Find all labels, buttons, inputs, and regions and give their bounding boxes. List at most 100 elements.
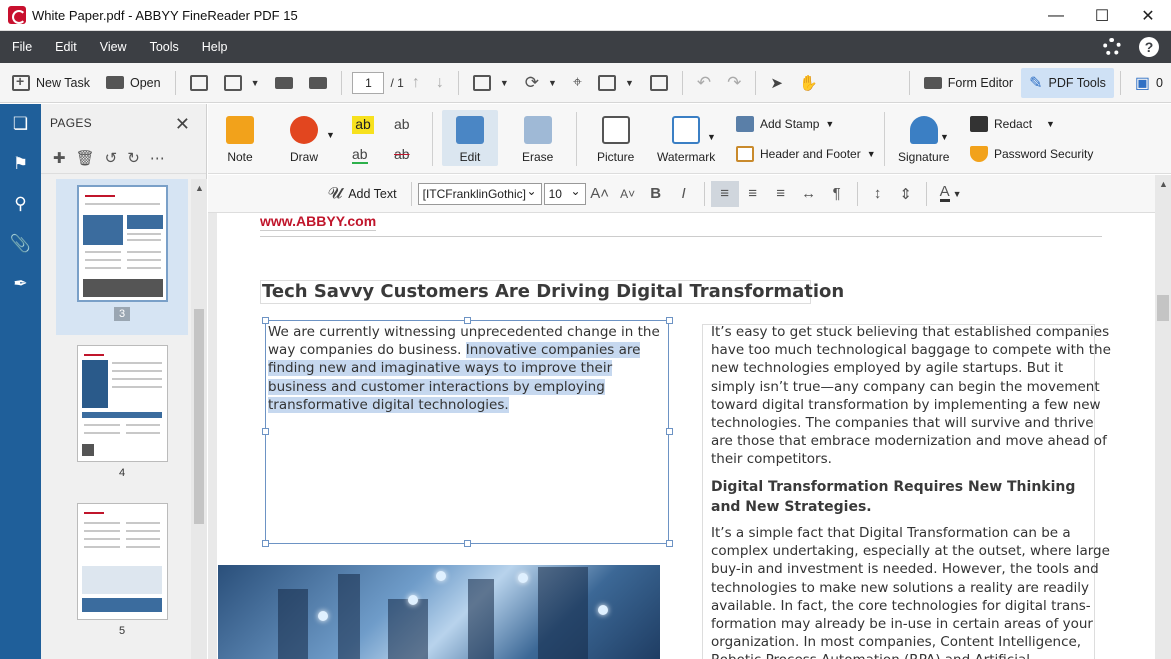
scroll-up-icon[interactable]: ▲ bbox=[1159, 179, 1168, 189]
picture-button[interactable]: Picture bbox=[597, 116, 634, 164]
app-logo-icon bbox=[8, 6, 26, 24]
add-page-button[interactable]: ▼ bbox=[465, 68, 517, 98]
bookmarks-nav-icon[interactable]: ⚑ bbox=[0, 144, 41, 184]
paragraph-direction-button[interactable]: ¶ bbox=[823, 181, 851, 207]
close-panel-icon[interactable]: ✕ bbox=[175, 114, 190, 135]
rotate-button[interactable]: ⟳ ▼ bbox=[517, 68, 565, 98]
next-page-button[interactable]: ↓ bbox=[428, 68, 452, 98]
section-subheading[interactable]: Digital Transformation Requires New Thin… bbox=[711, 477, 1091, 517]
bold-icon: B bbox=[650, 185, 662, 202]
italic-button[interactable]: I bbox=[670, 181, 698, 207]
redact-button[interactable]: Redact ▼ bbox=[970, 116, 1055, 132]
increase-font-button[interactable]: A˄ bbox=[586, 181, 614, 207]
image-settings-button[interactable]: ▼ bbox=[590, 68, 642, 98]
add-text-button[interactable]: 𝓤 Add Text bbox=[320, 179, 405, 209]
paragraph-spacing-button[interactable]: ⇕ bbox=[892, 181, 920, 207]
page-number-input[interactable]: 1 bbox=[352, 71, 385, 94]
font-size-select[interactable]: 10 bbox=[543, 181, 586, 205]
line-spacing-button[interactable]: ↕ bbox=[864, 181, 892, 207]
minimize-button[interactable]: — bbox=[1033, 0, 1079, 31]
menu-edit[interactable]: Edit bbox=[43, 40, 88, 54]
bold-button[interactable]: B bbox=[642, 181, 670, 207]
page-thumbnail[interactable]: 3 bbox=[56, 179, 188, 335]
resize-handle[interactable] bbox=[464, 540, 471, 547]
crop-button[interactable]: ⌖ bbox=[565, 68, 590, 98]
select-tool-button[interactable]: ➤ bbox=[762, 68, 791, 98]
strikethrough-text-button[interactable]: ab bbox=[394, 146, 410, 162]
scroll-thumb[interactable] bbox=[1157, 295, 1169, 321]
header-footer-button[interactable]: Header and Footer ▼ bbox=[736, 146, 876, 162]
draw-dropdown-icon[interactable]: ▼ bbox=[326, 130, 335, 140]
redo-button[interactable]: ↷ bbox=[719, 68, 749, 98]
print-button[interactable] bbox=[267, 68, 301, 98]
email-button[interactable] bbox=[301, 68, 335, 98]
align-center-button[interactable]: ≡ bbox=[739, 181, 767, 207]
open-button[interactable]: Open bbox=[98, 68, 169, 98]
document-scrollbar[interactable]: ▲ bbox=[1155, 175, 1171, 659]
right-paragraph-2[interactable]: It’s a simple fact that Digital Transfor… bbox=[711, 524, 1111, 659]
menu-view[interactable]: View bbox=[88, 40, 138, 54]
squiggly-text-button[interactable]: ab bbox=[352, 146, 368, 164]
resize-handle[interactable] bbox=[262, 540, 269, 547]
pages-nav-icon[interactable]: ❏ bbox=[0, 104, 41, 144]
signature-dropdown-icon[interactable]: ▼ bbox=[940, 132, 949, 142]
align-right-button[interactable]: ≡ bbox=[767, 181, 795, 207]
decrease-font-button[interactable]: A˅ bbox=[614, 181, 642, 207]
delete-page-icon[interactable]: 🗑 bbox=[76, 149, 95, 167]
edit-button[interactable]: Edit bbox=[456, 116, 484, 164]
previous-page-button[interactable]: ↑ bbox=[404, 68, 428, 98]
save-button[interactable] bbox=[182, 68, 216, 98]
city-network-image[interactable] bbox=[218, 565, 660, 659]
signatures-nav-icon[interactable]: ✒ bbox=[0, 264, 41, 304]
scroll-thumb[interactable] bbox=[194, 309, 204, 524]
font-family-select[interactable]: [ITCFranklinGothic] bbox=[417, 181, 542, 205]
erase-button[interactable]: Erase bbox=[522, 116, 553, 164]
undo-button[interactable]: ↶ bbox=[689, 68, 719, 98]
export-button[interactable] bbox=[642, 68, 676, 98]
settings-gear-icon[interactable] bbox=[1103, 38, 1121, 56]
building-shape bbox=[278, 589, 308, 659]
align-left-button[interactable]: ≡ bbox=[710, 180, 739, 207]
draw-button[interactable]: Draw bbox=[290, 116, 318, 164]
comments-button[interactable]: ▣ 0 bbox=[1127, 68, 1171, 98]
stamp-icon bbox=[736, 116, 754, 132]
abbyy-link[interactable]: www.ABBYY.com bbox=[260, 213, 377, 231]
highlight-text-button[interactable]: ab bbox=[352, 116, 374, 134]
search-nav-icon[interactable]: ⚲ bbox=[0, 184, 41, 224]
form-editor-button[interactable]: Form Editor bbox=[916, 68, 1021, 98]
page-thumbnail[interactable]: 4 bbox=[56, 339, 188, 483]
rotate-left-icon[interactable]: ↺ bbox=[105, 149, 118, 167]
menu-file[interactable]: File bbox=[0, 40, 43, 54]
close-button[interactable]: ✕ bbox=[1125, 0, 1171, 31]
rotate-right-icon[interactable]: ↻ bbox=[127, 149, 140, 167]
intro-paragraph[interactable]: We are currently witnessing unprecedente… bbox=[268, 323, 668, 414]
document-heading[interactable]: Tech Savvy Customers Are Driving Digital… bbox=[260, 280, 844, 304]
add-page-icon[interactable]: ✚ bbox=[53, 149, 66, 167]
attachments-nav-icon[interactable]: 📎 bbox=[0, 224, 41, 264]
password-security-button[interactable]: Password Security bbox=[970, 146, 1093, 162]
location-pin-icon bbox=[436, 571, 446, 581]
page-thumbnail[interactable]: 5 bbox=[56, 497, 188, 641]
save-as-button[interactable]: ▼ bbox=[216, 68, 268, 98]
text-color-button[interactable]: A ▼ bbox=[933, 181, 969, 207]
pdf-tools-button[interactable]: ✎ PDF Tools bbox=[1021, 68, 1114, 98]
add-stamp-button[interactable]: Add Stamp ▼ bbox=[736, 116, 834, 132]
help-icon[interactable]: ? bbox=[1139, 37, 1159, 57]
hand-tool-button[interactable]: ✋ bbox=[791, 68, 826, 98]
maximize-button[interactable]: ☐ bbox=[1079, 0, 1125, 31]
resize-handle[interactable] bbox=[666, 540, 673, 547]
resize-handle[interactable] bbox=[262, 428, 269, 435]
thumbnail-scrollbar[interactable]: ▲ bbox=[191, 179, 207, 659]
more-options-icon[interactable]: ⋯ bbox=[150, 149, 165, 167]
resize-handle[interactable] bbox=[666, 428, 673, 435]
watermark-dropdown-icon[interactable]: ▼ bbox=[707, 132, 716, 142]
menu-tools[interactable]: Tools bbox=[138, 40, 190, 54]
new-task-button[interactable]: New Task bbox=[4, 68, 98, 98]
right-paragraph-1[interactable]: It’s easy to get stuck believing that es… bbox=[711, 323, 1111, 469]
scroll-up-icon[interactable]: ▲ bbox=[195, 183, 204, 193]
justify-button[interactable]: ↔ bbox=[795, 181, 823, 207]
underline-text-button[interactable]: ab bbox=[394, 116, 410, 132]
menu-help[interactable]: Help bbox=[190, 40, 239, 54]
note-button[interactable]: Note bbox=[226, 116, 254, 164]
ribbon-divider bbox=[576, 112, 577, 166]
